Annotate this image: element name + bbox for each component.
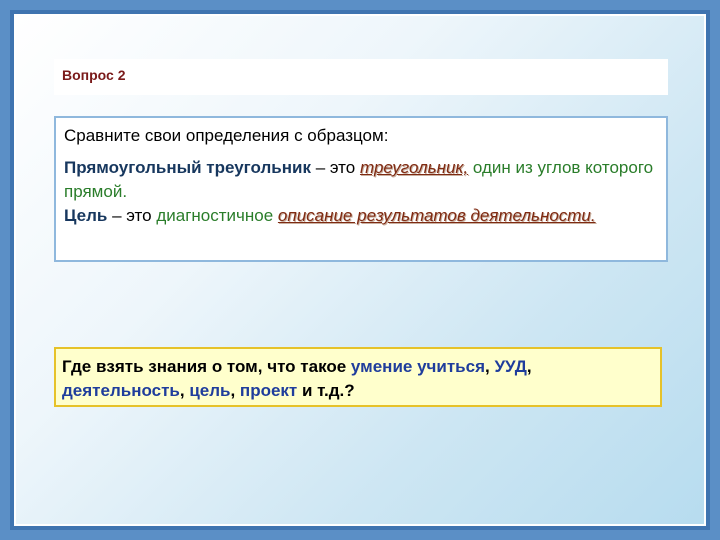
compare-intro: Сравните свои определения с образцом: xyxy=(64,126,389,145)
question-label-box: Вопрос 2 xyxy=(54,59,668,95)
definition-term: Прямоугольный треугольник xyxy=(64,158,311,177)
highlight-term: цель xyxy=(189,381,231,400)
knowledge-question-box: Где взять знания о том, что такое умение… xyxy=(54,347,662,407)
highlight-term: УУД xyxy=(494,357,527,376)
question-text: , xyxy=(179,381,190,400)
highlight-term: деятельность xyxy=(62,381,180,400)
definition-goal: Цель – это диагностичное описание резуль… xyxy=(64,204,656,228)
question-text: Где взять знания о том, что такое xyxy=(62,357,351,376)
definition-right-triangle: Прямоугольный треугольник – это треуголь… xyxy=(64,156,656,204)
question-label: Вопрос 2 xyxy=(62,67,126,83)
question-text: и т.д.? xyxy=(297,381,355,400)
definition-green: диагностичное xyxy=(156,206,278,225)
compare-definitions-box: Сравните свои определения с образцом: Пр… xyxy=(54,116,668,262)
definition-dash: – это xyxy=(107,206,157,225)
question-text: , xyxy=(230,381,240,400)
highlight-term: умение учиться xyxy=(350,357,486,376)
definition-term: Цель xyxy=(64,206,108,225)
definition-underlined: треугольник, xyxy=(359,158,469,177)
highlight-term: проект xyxy=(239,381,298,400)
definition-underlined: описание результатов деятельности. xyxy=(277,206,596,225)
definition-dash: – это xyxy=(310,158,360,177)
question-text: , xyxy=(526,357,532,376)
